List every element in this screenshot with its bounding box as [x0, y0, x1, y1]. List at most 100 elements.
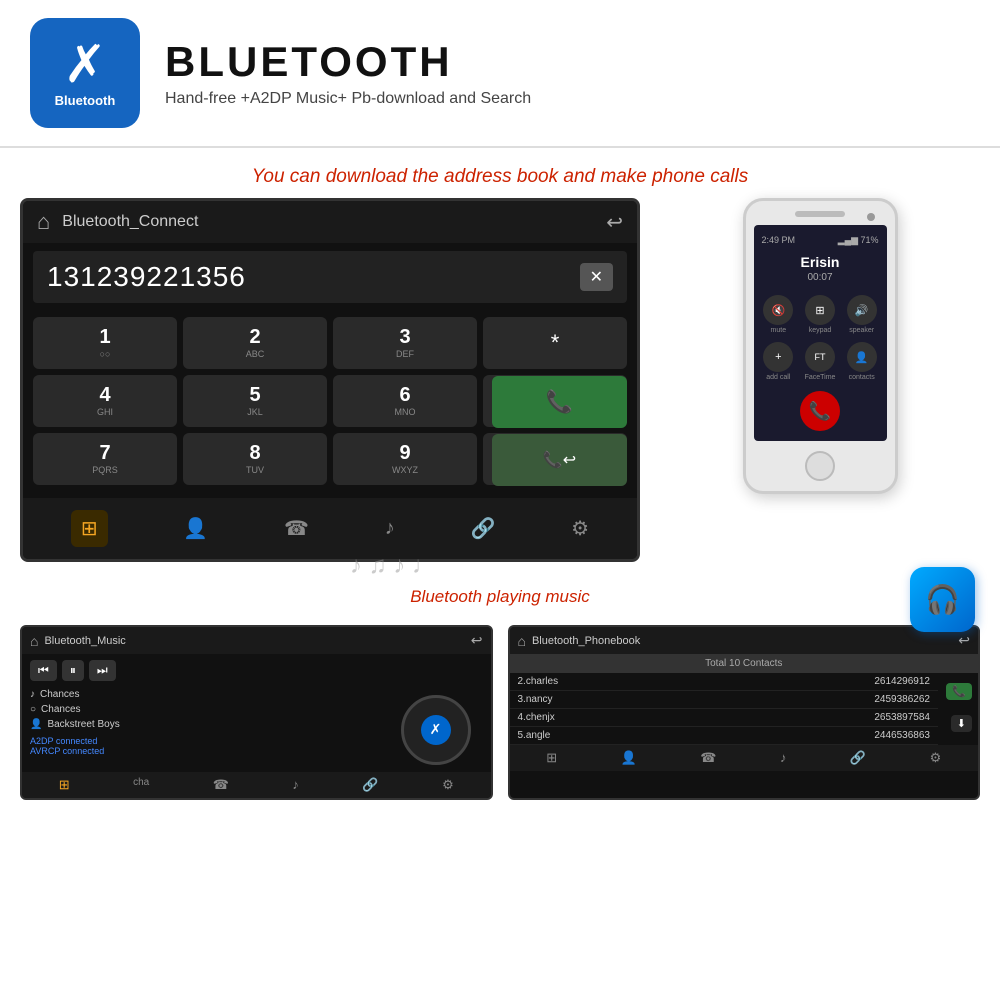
phone-status-bar: 2:49 PM ▂▄▆ 71% [762, 235, 879, 246]
key-9[interactable]: 9 WXYZ [333, 433, 477, 485]
call-duration: 00:07 [762, 272, 879, 283]
phonebook-download-button[interactable]: ⬇ [951, 715, 972, 732]
call-back-button[interactable]: 📞↩ [492, 434, 627, 486]
pb-nav-link[interactable]: 🔗 [850, 750, 866, 766]
key-2[interactable]: 2 ABC [183, 317, 327, 369]
nav-contacts-icon[interactable]: 👤 [183, 516, 208, 541]
pb-nav-music[interactable]: ♪ [780, 750, 787, 766]
contact-number-chenjx: 2653897584 [874, 712, 930, 723]
bluetooth-vinyl-icon: ✗ [421, 715, 451, 745]
nav-music-icon[interactable]: ♪ [385, 517, 395, 540]
end-call-button[interactable]: 📞 [800, 391, 840, 431]
music-header-left: ⌂ Bluetooth_Music [30, 633, 126, 649]
music-notes-decoration: ♪ ♫ ♪ ♩ [350, 552, 436, 580]
key-8[interactable]: 8 TUV [183, 433, 327, 485]
phone-signal: ▂▄▆ 71% [838, 235, 879, 246]
phone-number: 131239221356 [47, 261, 246, 293]
music-home-icon[interactable]: ⌂ [30, 633, 38, 649]
main-title: BLUETOOTH [165, 38, 531, 86]
header-section: ✗ Bluetooth BLUETOOTH Hand-free +A2DP Mu… [0, 0, 1000, 148]
speaker-button-wrap: 🔊 speaker [845, 295, 879, 334]
call-button[interactable]: 📞 [492, 376, 627, 428]
bottom-wrapper: 🎧 Bluetooth playing music ⌂ Bluetooth_Mu… [0, 582, 1000, 810]
nav-phone-icon[interactable]: ☎ [284, 516, 309, 541]
phone-speaker [795, 211, 845, 217]
contact-id-3: 3.nancy [518, 694, 553, 705]
contacts-button[interactable]: 👤 [847, 342, 877, 372]
pb-nav-apps[interactable]: ⊞ [546, 750, 557, 766]
music-screen: ⌂ Bluetooth_Music ↩ ⏮ ⏸ ⏭ ♪ Chances ○ [20, 625, 493, 800]
key-5[interactable]: 5 JKL [183, 375, 327, 427]
music-nav-settings[interactable]: ⚙ [442, 777, 454, 793]
keypad-button[interactable]: ⊞ [805, 295, 835, 325]
contact-number-nancy: 2459386262 [874, 694, 930, 705]
header-subtitle: Hand-free +A2DP Music+ Pb-download and S… [165, 90, 531, 108]
prev-button[interactable]: ⏮ [30, 660, 57, 681]
mute-button[interactable]: 🔇 [763, 295, 793, 325]
music-controls: ⏮ ⏸ ⏭ [22, 654, 491, 687]
phone-device-wrapper: 2:49 PM ▂▄▆ 71% Erisin 00:07 🔇 mute ⊞ ke… [660, 198, 980, 494]
key-4[interactable]: 4 GHI [33, 375, 177, 427]
bluetooth-music-icon: 🎧 [910, 567, 975, 632]
phonebook-call-button[interactable]: 📞 [946, 683, 972, 700]
facetime-button[interactable]: FT [805, 342, 835, 372]
phone-device: 2:49 PM ▂▄▆ 71% Erisin 00:07 🔇 mute ⊞ ke… [743, 198, 898, 494]
key-1[interactable]: 1 ○○ [33, 317, 177, 369]
nav-settings-icon[interactable]: ⚙ [571, 516, 589, 541]
phone-home-button[interactable] [805, 451, 835, 481]
bluetooth-logo: ✗ Bluetooth [30, 18, 140, 128]
phonebook-screen: ⌂ Bluetooth_Phonebook ↩ Total 10 Contact… [508, 625, 981, 800]
contact-number-charles: 2614296912 [874, 676, 930, 687]
contact-number-angle: 2446536863 [874, 730, 930, 741]
contact-row-nancy: 3.nancy 2459386262 [510, 691, 939, 709]
music-nav-music[interactable]: ♪ [292, 777, 299, 793]
key-6[interactable]: 6 MNO [333, 375, 477, 427]
music-screen-header: ⌂ Bluetooth_Music ↩ [22, 627, 491, 654]
mute-button-wrap: 🔇 mute [762, 295, 796, 334]
vinyl-disc: ✗ [401, 695, 471, 765]
music-back-icon[interactable]: ↩ [471, 632, 483, 649]
pb-nav-settings[interactable]: ⚙ [930, 750, 942, 766]
nav-apps-icon[interactable]: ⊞ [71, 510, 108, 547]
speaker-button[interactable]: 🔊 [847, 295, 877, 325]
call-contact-name: Erisin [762, 254, 879, 270]
contacts-button-wrap: 👤 contacts [845, 342, 879, 381]
decoration-area: ♪ ♫ ♪ ♩ [0, 562, 1000, 582]
phonebook-header-left: ⌂ Bluetooth_Phonebook [518, 633, 641, 649]
music-nav-link[interactable]: 🔗 [362, 777, 378, 793]
bluetooth-headphone-icon: 🎧 [925, 583, 960, 616]
bottom-section: ⌂ Bluetooth_Music ↩ ⏮ ⏸ ⏭ ♪ Chances ○ [0, 615, 1000, 810]
contact-id-5: 5.angle [518, 730, 551, 741]
next-button[interactable]: ⏭ [89, 660, 116, 681]
key-star[interactable]: * [483, 317, 627, 369]
backspace-button[interactable]: ✕ [580, 263, 613, 291]
car-unit-screen: ⌂ Bluetooth_Connect ↩ 131239221356 ✕ 1 ○… [20, 198, 640, 562]
phonebook-back-icon[interactable]: ↩ [958, 632, 970, 649]
key-7[interactable]: 7 PQRS [33, 433, 177, 485]
music-nav-phone[interactable]: ☎ [213, 777, 229, 793]
music-nav-text[interactable]: cha [133, 777, 149, 793]
contact-row-angle: 5.angle 2446536863 [510, 727, 939, 745]
phonebook-screen-nav: ⊞ 👤 ☎ ♪ 🔗 ⚙ [510, 745, 979, 771]
phonebook-home-icon[interactable]: ⌂ [518, 633, 526, 649]
contact-id-4: 4.chenjx [518, 712, 555, 723]
bluetooth-icon: ✗ [63, 39, 107, 91]
home-icon[interactable]: ⌂ [37, 209, 50, 235]
music-screen-body: ♪ Chances ○ Chances 👤 Backstreet Boys A2… [22, 687, 491, 772]
contact-row-charles: 2.charles 2614296912 [510, 673, 939, 691]
keypad-button-wrap: ⊞ keypad [803, 295, 837, 334]
phonebook-body: 2.charles 2614296912 3.nancy 2459386262 … [510, 673, 979, 745]
screen-header: ⌂ Bluetooth_Connect ↩ [23, 201, 637, 243]
artist-name: Backstreet Boys [47, 719, 119, 730]
pb-nav-phone[interactable]: ☎ [700, 750, 716, 766]
music-nav-apps[interactable]: ⊞ [59, 777, 70, 793]
phonebook-screen-title: Bluetooth_Phonebook [532, 635, 640, 647]
pb-nav-contacts[interactable]: 👤 [621, 750, 637, 766]
play-button[interactable]: ⏸ [62, 660, 84, 681]
nav-link-icon[interactable]: 🔗 [470, 516, 495, 541]
main-area: ⌂ Bluetooth_Connect ↩ 131239221356 ✕ 1 ○… [0, 198, 1000, 562]
screen-title: Bluetooth_Connect [62, 213, 198, 231]
back-arrow-icon[interactable]: ↩ [606, 210, 623, 235]
add-call-button[interactable]: + [763, 342, 793, 372]
key-3[interactable]: 3 DEF [333, 317, 477, 369]
